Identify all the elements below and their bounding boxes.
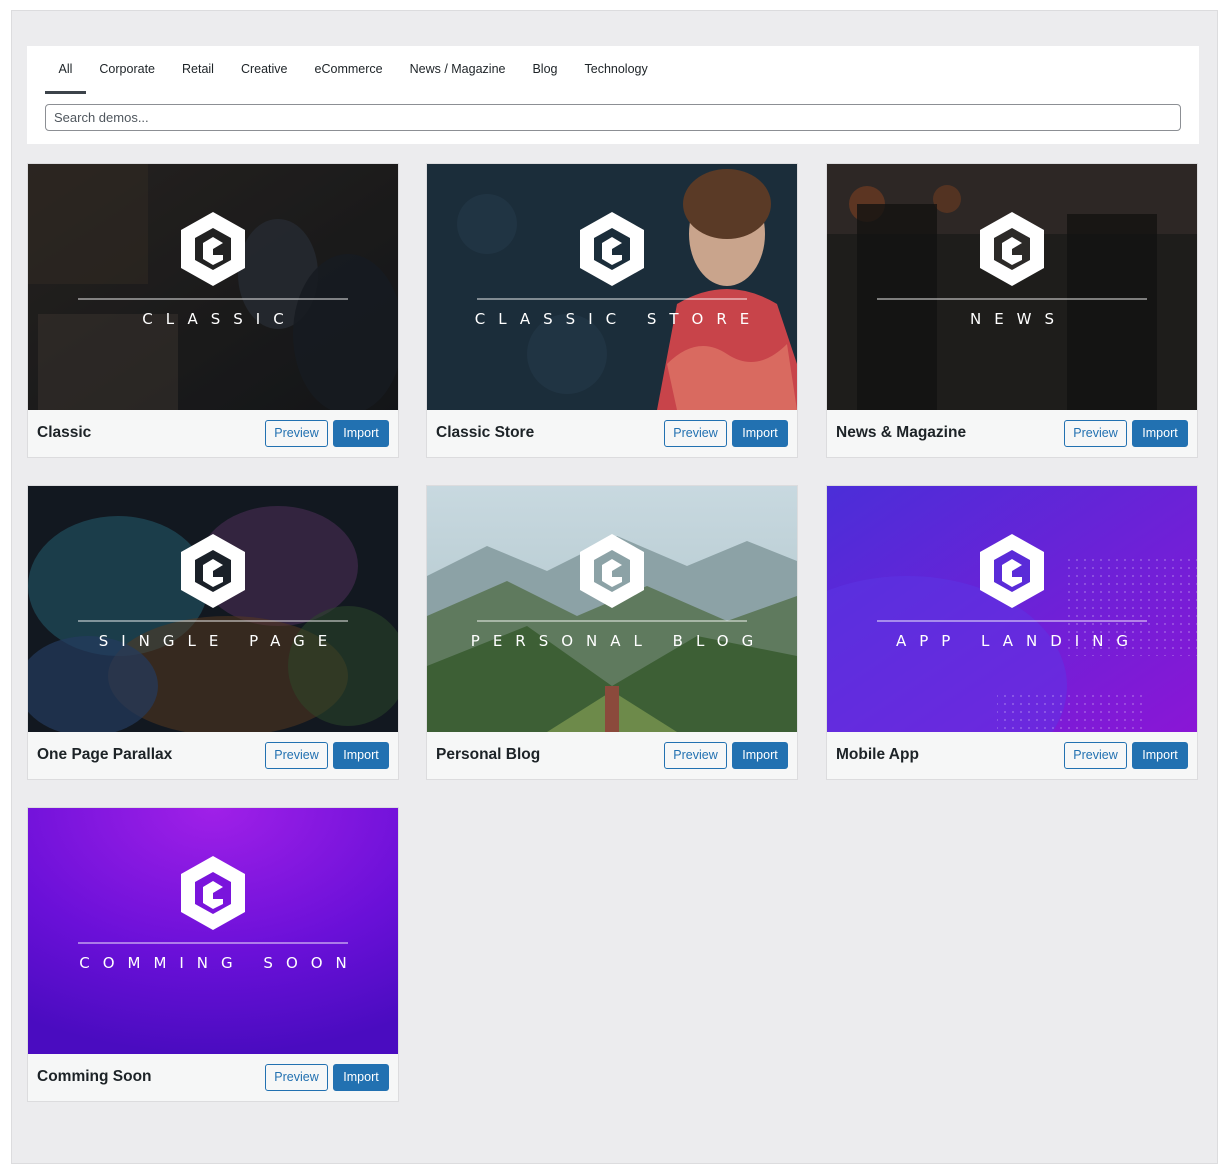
demo-thumbnail[interactable]: SINGLE PAGE xyxy=(28,486,398,732)
thumbnail-title: PERSONAL BLOG xyxy=(470,632,767,650)
demo-thumbnail[interactable]: NEWS xyxy=(827,164,1197,410)
tab-news-magazine[interactable]: News / Magazine xyxy=(396,46,519,94)
demo-card-classic: CLASSIC Classic Preview Import xyxy=(27,163,399,458)
demo-card-classic-store: CLASSIC STORE Classic Store Preview Impo… xyxy=(426,163,798,458)
category-tabs: All Corporate Retail Creative eCommerce … xyxy=(45,46,661,96)
tab-retail[interactable]: Retail xyxy=(169,46,228,94)
hexagon-logo-icon xyxy=(980,212,1044,286)
import-button[interactable]: Import xyxy=(333,1064,389,1091)
preview-button[interactable]: Preview xyxy=(265,1064,328,1091)
demo-card-footer: Comming Soon Preview Import xyxy=(28,1054,398,1101)
tab-blog[interactable]: Blog xyxy=(519,46,571,94)
hexagon-logo-icon xyxy=(580,212,644,286)
thumbnail-title: APP LANDING xyxy=(895,632,1142,650)
demo-card-footer: Mobile App Preview Import xyxy=(827,732,1197,779)
title-divider xyxy=(78,942,348,944)
demo-card-footer: Classic Store Preview Import xyxy=(427,410,797,457)
hexagon-logo-icon xyxy=(181,856,245,930)
demo-name: Mobile App xyxy=(836,746,919,763)
demo-import-panel: All Corporate Retail Creative eCommerce … xyxy=(11,10,1218,1164)
demo-card-comming-soon: COMMING SOON Comming Soon Preview Import xyxy=(27,807,399,1102)
hexagon-logo-icon xyxy=(181,534,245,608)
demo-name: Classic Store xyxy=(436,424,535,441)
thumbnail-title: CLASSIC STORE xyxy=(474,310,763,328)
search-input[interactable] xyxy=(45,104,1181,131)
title-divider xyxy=(877,298,1147,300)
title-divider xyxy=(477,620,747,622)
thumbnail-title: CLASSIC xyxy=(142,310,297,328)
title-divider xyxy=(477,298,747,300)
hexagon-logo-icon xyxy=(181,212,245,286)
thumbnail-title: COMMING SOON xyxy=(79,954,360,972)
title-divider xyxy=(877,620,1147,622)
tab-corporate[interactable]: Corporate xyxy=(86,46,169,94)
demo-name: Comming Soon xyxy=(37,1068,152,1085)
hexagon-logo-icon xyxy=(580,534,644,608)
tab-all[interactable]: All xyxy=(45,46,86,94)
import-button[interactable]: Import xyxy=(1132,742,1188,769)
demo-thumbnail[interactable]: APP LANDING xyxy=(827,486,1197,732)
hexagon-logo-icon xyxy=(980,534,1044,608)
preview-button[interactable]: Preview xyxy=(1064,420,1127,447)
import-button[interactable]: Import xyxy=(333,742,389,769)
demo-thumbnail[interactable]: CLASSIC xyxy=(28,164,398,410)
demo-name: One Page Parallax xyxy=(37,746,173,763)
demo-thumbnail[interactable]: PERSONAL BLOG xyxy=(427,486,797,732)
demo-name: Personal Blog xyxy=(436,746,541,763)
title-divider xyxy=(78,298,348,300)
demo-card-personal-blog: PERSONAL BLOG Personal Blog Preview Impo… xyxy=(426,485,798,780)
import-button[interactable]: Import xyxy=(1132,420,1188,447)
preview-button[interactable]: Preview xyxy=(664,742,727,769)
tab-ecommerce[interactable]: eCommerce xyxy=(301,46,396,94)
import-button[interactable]: Import xyxy=(732,420,788,447)
demo-thumbnail[interactable]: CLASSIC STORE xyxy=(427,164,797,410)
demo-card-mobile-app: APP LANDING Mobile App Preview Import xyxy=(826,485,1198,780)
demo-card-footer: One Page Parallax Preview Import xyxy=(28,732,398,779)
demo-name: News & Magazine xyxy=(836,424,967,441)
thumbnail-title: SINGLE PAGE xyxy=(98,632,341,650)
demo-card-one-page-parallax: SINGLE PAGE One Page Parallax Preview Im… xyxy=(27,485,399,780)
demo-card-footer: Personal Blog Preview Import xyxy=(427,732,797,779)
preview-button[interactable]: Preview xyxy=(1064,742,1127,769)
filter-panel: All Corporate Retail Creative eCommerce … xyxy=(27,46,1199,144)
import-button[interactable]: Import xyxy=(732,742,788,769)
title-divider xyxy=(78,620,348,622)
tab-technology[interactable]: Technology xyxy=(571,46,661,94)
tab-creative[interactable]: Creative xyxy=(227,46,301,94)
demo-card-footer: News & Magazine Preview Import xyxy=(827,410,1197,457)
preview-button[interactable]: Preview xyxy=(265,742,328,769)
preview-button[interactable]: Preview xyxy=(265,420,328,447)
demo-card-news-magazine: NEWS News & Magazine Preview Import xyxy=(826,163,1198,458)
import-button[interactable]: Import xyxy=(333,420,389,447)
demo-name: Classic xyxy=(37,424,92,441)
demo-card-footer: Classic Preview Import xyxy=(28,410,398,457)
thumbnail-title: NEWS xyxy=(969,310,1068,328)
preview-button[interactable]: Preview xyxy=(664,420,727,447)
demo-thumbnail[interactable]: COMMING SOON xyxy=(28,808,398,1054)
